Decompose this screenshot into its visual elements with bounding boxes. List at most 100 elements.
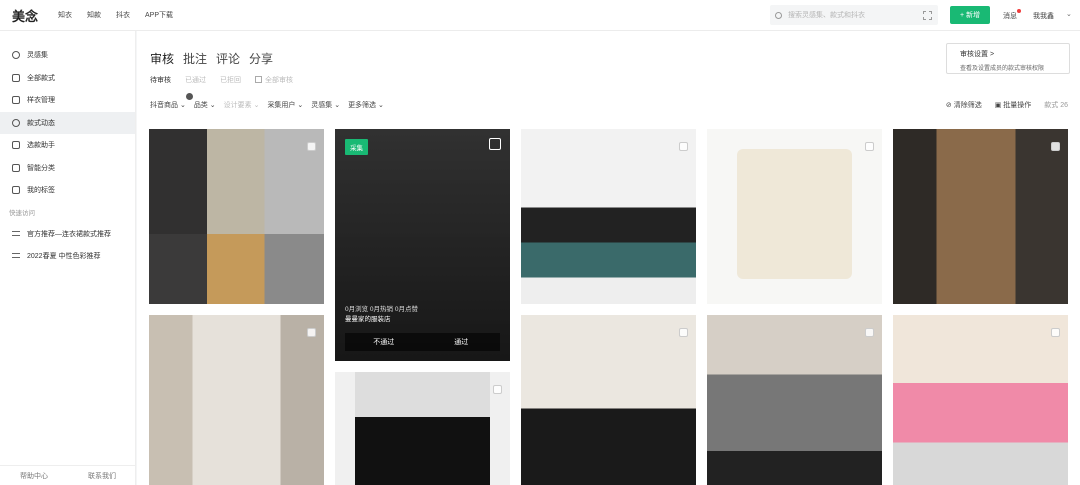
sidebar-item-label: 选款助手: [27, 142, 55, 150]
select-checkbox[interactable]: [1051, 328, 1060, 337]
messages-link[interactable]: 消息: [1003, 9, 1021, 21]
sidebar-item-my-tags[interactable]: 我的标签: [0, 179, 135, 202]
product-card[interactable]: [149, 129, 324, 304]
top-bar: 美念 知衣 知款 抖衣 APP下载 搜索灵感集、款式和抖衣 + 新增 消息 我我…: [0, 0, 1080, 31]
quick-link-color-trend[interactable]: 2022春夏 中性色彩推荐: [0, 245, 135, 267]
collected-badge: 采集: [345, 139, 368, 155]
filter-category[interactable]: 品类 ⌄: [194, 100, 216, 110]
nav-zhiyi[interactable]: 知衣: [58, 10, 72, 20]
clear-filter-icon[interactable]: [185, 93, 193, 100]
tab-comment[interactable]: 评论: [216, 50, 240, 67]
product-card[interactable]: 采集 0月浏览 0月热销 0月点赞 曼曼家的服装店 不通过 通过: [335, 129, 510, 361]
select-checkbox[interactable]: [679, 328, 688, 337]
select-checkbox[interactable]: [307, 142, 316, 151]
list-icon: [12, 231, 20, 236]
notification-dot: [1017, 9, 1021, 13]
toolbar-right: ⊘ 清除筛选 ▣ 批量操作 款式 26: [933, 100, 1068, 110]
scan-icon[interactable]: [923, 10, 932, 20]
batch-operation-button[interactable]: ▣ 批量操作: [995, 100, 1032, 110]
approve-button[interactable]: 通过: [423, 333, 501, 351]
search-input[interactable]: 搜索灵感集、款式和抖衣: [770, 5, 938, 25]
main-tabs: 审核 批注 评论 分享: [150, 50, 282, 67]
product-card[interactable]: [335, 372, 510, 485]
help-center-link[interactable]: 帮助中心: [20, 471, 48, 481]
shop-name[interactable]: 曼曼家的服装店: [345, 313, 391, 323]
filter-collector[interactable]: 采集用户 ⌄: [267, 100, 303, 110]
sidebar-item-label: 我的标签: [27, 187, 55, 195]
select-checkbox[interactable]: [307, 328, 316, 337]
user-name[interactable]: 我我鑫: [1033, 11, 1054, 21]
sidebar-item-inspiration[interactable]: 灵感集: [0, 44, 135, 67]
reject-button[interactable]: 不通过: [345, 333, 423, 351]
tab-share[interactable]: 分享: [249, 50, 273, 67]
trash-icon[interactable]: [489, 138, 501, 150]
sidebar-item-assistant[interactable]: 选款助手: [0, 134, 135, 157]
list-icon: [12, 253, 20, 258]
select-checkbox[interactable]: [865, 328, 874, 337]
filter-label: 采集用户: [267, 102, 296, 109]
filter-label: 品类: [193, 102, 208, 109]
product-card[interactable]: [707, 129, 882, 304]
filter-more[interactable]: 更多筛选 ⌄: [348, 100, 384, 110]
sidebar-item-label: 灵感集: [27, 52, 48, 60]
sidebar-item-samples[interactable]: 样衣管理: [0, 89, 135, 112]
all-review-checkbox[interactable]: 全部审核: [255, 75, 293, 85]
subtab-pending[interactable]: 待审核: [150, 75, 171, 85]
tag-icon: [12, 186, 20, 195]
tab-review[interactable]: 审核: [150, 50, 174, 67]
grid-icon: [12, 73, 20, 82]
filter-label: 抖音商品: [150, 102, 178, 109]
filter-douyin-goods[interactable]: 抖音商品 ⌄: [150, 93, 193, 110]
sidebar-item-label: 样衣管理: [27, 97, 55, 105]
product-card[interactable]: [893, 129, 1068, 304]
new-button[interactable]: + 新增: [950, 6, 990, 24]
all-review-label: 全部审核: [265, 77, 293, 84]
product-card[interactable]: [149, 315, 324, 485]
sidebar-item-label: 智能分类: [27, 164, 55, 172]
filter-label: 更多筛选: [348, 102, 377, 109]
top-nav: 知衣 知款 抖衣 APP下载: [58, 10, 188, 20]
filter-label: 设计要素: [223, 102, 252, 109]
subtab-rejected[interactable]: 已拒回: [220, 75, 241, 85]
batch-label: 批量操作: [1003, 102, 1032, 109]
sidebar-item-all-styles[interactable]: 全部款式: [0, 67, 135, 90]
messages-label: 消息: [1003, 13, 1017, 20]
quick-link-official[interactable]: 官方推荐—连衣裙款式推荐: [0, 223, 135, 245]
sidebar-footer: 帮助中心 联系我们: [0, 465, 136, 485]
logo[interactable]: 美念: [12, 6, 52, 25]
tab-annotation[interactable]: 批注: [183, 50, 207, 67]
filter-design-elements[interactable]: 设计要素 ⌄: [224, 100, 260, 110]
trend-icon: [12, 118, 20, 127]
nav-zhikuan[interactable]: 知款: [87, 10, 101, 20]
quick-link-label: 官方推荐—连衣裙款式推荐: [27, 230, 111, 238]
search-placeholder: 搜索灵感集、款式和抖衣: [788, 12, 865, 19]
sidebar: 灵感集 全部款式 样衣管理 款式动态 选款助手 智能分类 我的标签 快速访问 官…: [0, 31, 136, 485]
filter-bar: 抖音商品 ⌄ 品类 ⌄ 设计要素 ⌄ 采集用户 ⌄ 灵感集 ⌄ 更多筛选 ⌄: [150, 93, 392, 110]
select-checkbox[interactable]: [865, 142, 874, 151]
product-card[interactable]: [707, 315, 882, 485]
product-image: [355, 372, 490, 485]
nav-douyi[interactable]: 抖衣: [116, 10, 130, 20]
chevron-down-icon[interactable]: ⌄: [1066, 10, 1072, 18]
main-panel: 审核 批注 评论 分享 待审核 已通过 已拒回 全部审核 审核设置 > 查看及设…: [137, 31, 1080, 485]
sidebar-item-label: 款式动态: [27, 119, 55, 127]
sidebar-item-smart-category[interactable]: 智能分类: [0, 157, 135, 180]
review-settings-card[interactable]: 审核设置 > 查看及设置成员的款式审核权限: [946, 43, 1070, 74]
assistant-icon: [12, 141, 20, 150]
review-status-tabs: 待审核 已通过 已拒回 全部审核: [150, 75, 307, 85]
sidebar-item-label: 全部款式: [27, 74, 55, 82]
contact-us-link[interactable]: 联系我们: [88, 471, 116, 481]
product-card[interactable]: [521, 315, 696, 485]
product-card[interactable]: [521, 129, 696, 304]
select-checkbox[interactable]: [493, 385, 502, 394]
review-settings-title: 审核设置 >: [960, 51, 995, 58]
sidebar-item-style-activity[interactable]: 款式动态: [0, 111, 135, 134]
search-icon: [775, 11, 782, 19]
select-checkbox[interactable]: [1051, 142, 1060, 151]
subtab-approved[interactable]: 已通过: [185, 75, 206, 85]
select-checkbox[interactable]: [679, 142, 688, 151]
filter-inspiration[interactable]: 灵感集 ⌄: [311, 100, 340, 110]
product-card[interactable]: [893, 315, 1068, 485]
clear-filters-button[interactable]: ⊘ 清除筛选: [946, 100, 982, 110]
nav-app-download[interactable]: APP下载: [145, 10, 173, 20]
